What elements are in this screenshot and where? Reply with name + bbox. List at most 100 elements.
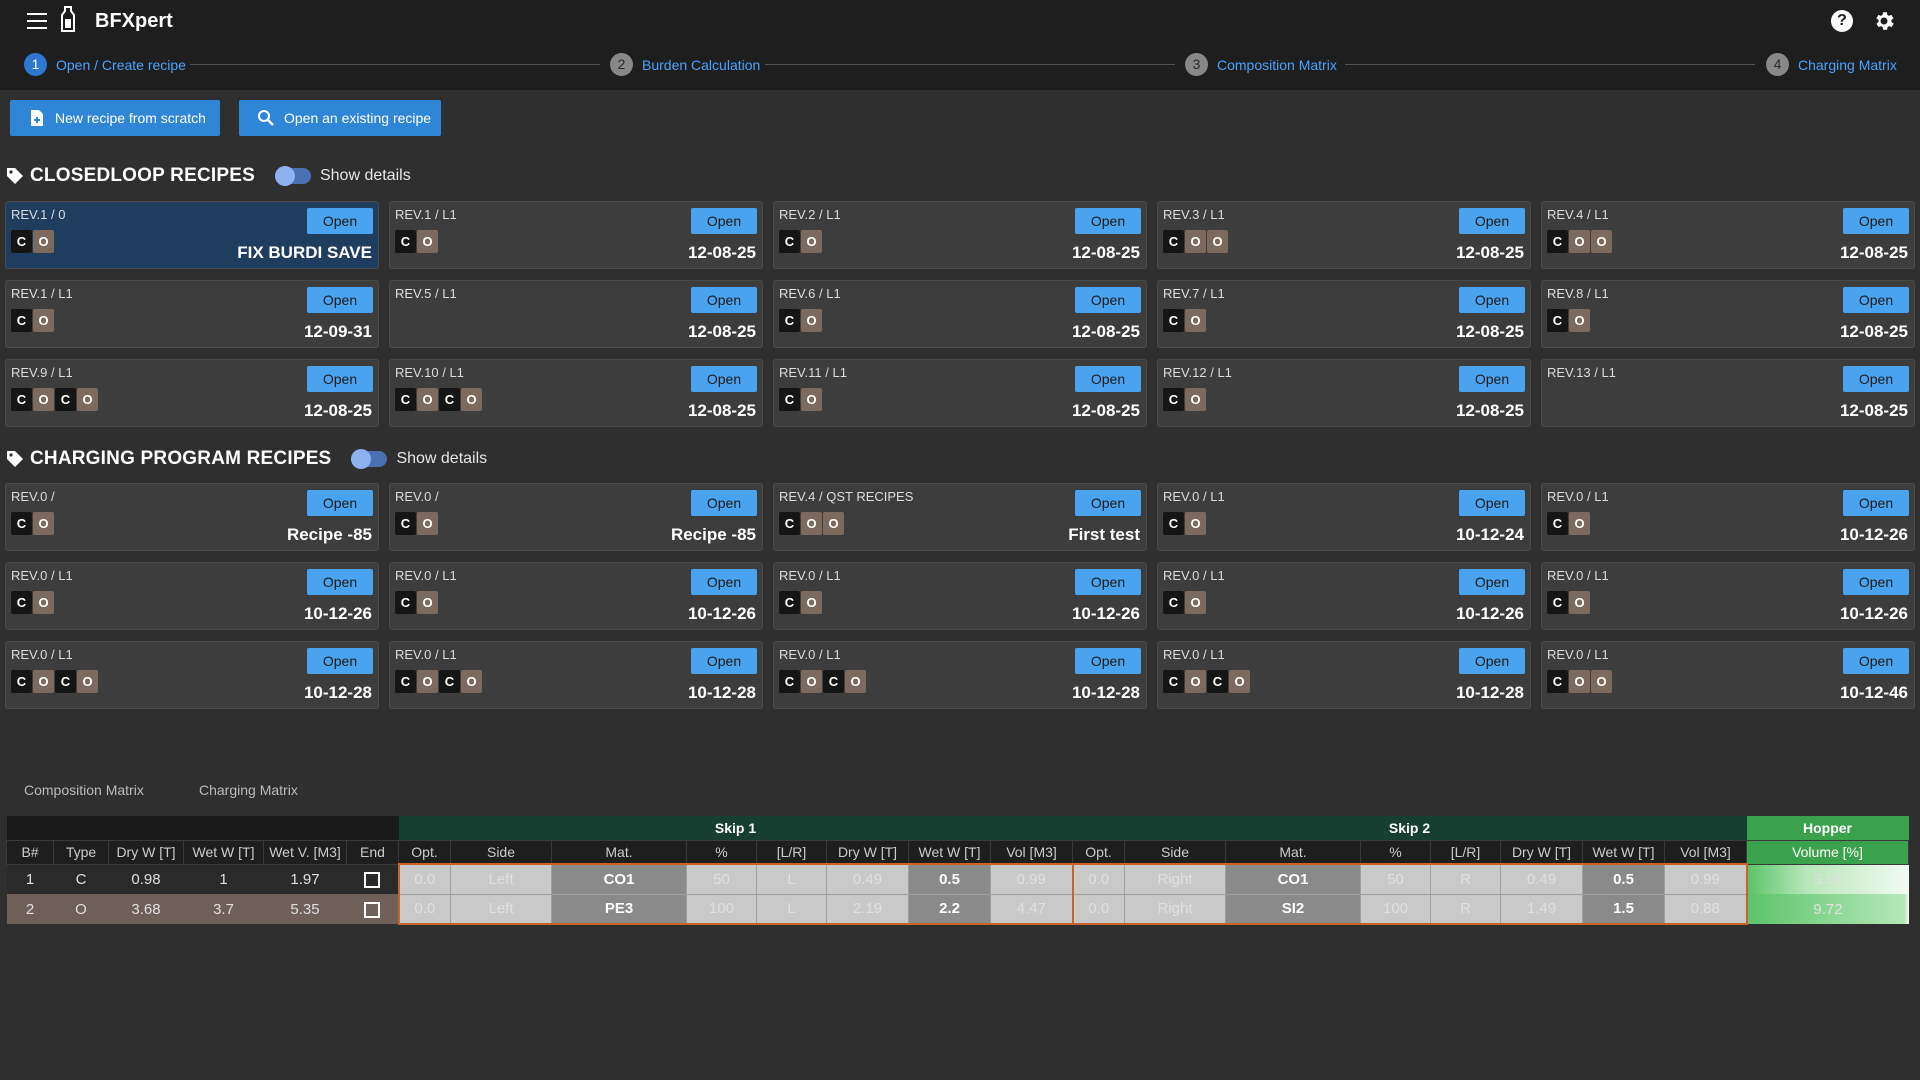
open-recipe-button[interactable]: Open (1843, 366, 1909, 392)
menu-icon[interactable] (27, 13, 47, 29)
skip2-cell[interactable]: 0.49 (1500, 863, 1583, 895)
step-composition-matrix[interactable]: 3 Composition Matrix (1185, 53, 1337, 76)
recipe-card[interactable]: REV.0 / L1 Open C O C O 10-12-28 (773, 641, 1147, 709)
recipe-card[interactable]: REV.11 / L1 Open C O 12-08-25 (773, 359, 1147, 427)
recipe-card[interactable]: REV.2 / L1 Open C O 12-08-25 (773, 201, 1147, 269)
skip1-cell[interactable]: L (756, 863, 827, 895)
open-recipe-button[interactable]: Open (691, 648, 757, 674)
skip2-cell[interactable]: Right (1124, 863, 1226, 895)
open-recipe-button[interactable]: Open (307, 287, 373, 313)
skip1-cell[interactable]: 0.0 (397, 893, 451, 925)
recipe-card[interactable]: REV.0 / L1 Open C O 10-12-26 (1157, 562, 1531, 630)
recipe-card[interactable]: REV.0 / L1 Open C O 10-12-26 (389, 562, 763, 630)
open-recipe-button[interactable]: Open (691, 569, 757, 595)
skip1-cell[interactable]: 2.19 (826, 893, 909, 925)
open-recipe-button[interactable]: Open (307, 648, 373, 674)
skip1-cell[interactable]: PE3 (551, 893, 687, 925)
recipe-card[interactable]: REV.13 / L1 Open 12-08-25 (1541, 359, 1915, 427)
skip2-cell[interactable]: 1.5 (1582, 893, 1665, 925)
skip2-cell[interactable]: R (1430, 863, 1501, 895)
open-recipe-button[interactable]: Open (1075, 490, 1141, 516)
end-checkbox[interactable] (364, 871, 380, 888)
open-recipe-button[interactable]: Open (1075, 287, 1141, 313)
open-recipe-button[interactable]: Open (691, 490, 757, 516)
skip2-cell[interactable]: 1.49 (1500, 893, 1583, 925)
open-recipe-button[interactable]: Open (691, 208, 757, 234)
skip1-cell[interactable]: L (756, 893, 827, 925)
step-burden-calculation[interactable]: 2 Burden Calculation (610, 53, 760, 76)
skip1-cell[interactable]: 50 (686, 863, 757, 895)
open-recipe-button[interactable]: Open (691, 287, 757, 313)
skip1-cell[interactable]: Left (450, 893, 552, 925)
skip1-cell[interactable]: 0.49 (826, 863, 909, 895)
open-recipe-button[interactable]: Open (1843, 569, 1909, 595)
open-recipe-button[interactable]: Open (1075, 569, 1141, 595)
recipe-card[interactable]: REV.1 / L1 Open C O 12-08-25 (389, 201, 763, 269)
open-recipe-button[interactable]: Open (307, 569, 373, 595)
open-recipe-button[interactable]: Open (1843, 208, 1909, 234)
open-recipe-button[interactable]: Open (1843, 490, 1909, 516)
recipe-card[interactable]: REV.5 / L1 Open 12-08-25 (389, 280, 763, 348)
skip2-cell[interactable]: Right (1124, 893, 1226, 925)
closedloop-details-toggle[interactable] (274, 166, 311, 186)
skip2-cell[interactable]: 0.0 (1071, 863, 1125, 895)
recipe-card[interactable]: REV.7 / L1 Open C O 12-08-25 (1157, 280, 1531, 348)
skip1-cell[interactable]: 2.2 (908, 893, 991, 925)
recipe-card[interactable]: REV.0 / L1 Open C O C O 10-12-28 (1157, 641, 1531, 709)
skip1-cell[interactable]: CO1 (551, 863, 687, 895)
open-recipe-button[interactable]: Open (1459, 569, 1525, 595)
skip1-cell[interactable]: 4.47 (990, 893, 1074, 925)
skip1-cell[interactable]: 100 (686, 893, 757, 925)
open-recipe-button[interactable]: Open (1843, 648, 1909, 674)
recipe-card[interactable]: REV.0 / L1 Open C O 10-12-24 (1157, 483, 1531, 551)
new-recipe-button[interactable]: New recipe from scratch (10, 100, 220, 136)
skip1-cell[interactable]: 0.99 (990, 863, 1074, 895)
open-recipe-button[interactable]: Open (1843, 287, 1909, 313)
charging-details-toggle[interactable] (351, 449, 388, 469)
skip2-cell[interactable]: 100 (1360, 893, 1431, 925)
open-recipe-button[interactable]: Open (1459, 287, 1525, 313)
step-open-create[interactable]: 1 Open / Create recipe (24, 53, 186, 76)
skip2-cell[interactable]: CO1 (1225, 863, 1361, 895)
step-charging-matrix[interactable]: 4 Charging Matrix (1766, 53, 1897, 76)
recipe-card[interactable]: REV.0 / L1 Open C O C O 10-12-28 (389, 641, 763, 709)
recipe-card[interactable]: REV.0 / L1 Open C O 10-12-26 (5, 562, 379, 630)
open-recipe-button[interactable]: Open (691, 366, 757, 392)
open-recipe-button[interactable]: Open (1459, 490, 1525, 516)
open-recipe-button[interactable]: Open (1459, 208, 1525, 234)
recipe-card[interactable]: REV.12 / L1 Open C O 12-08-25 (1157, 359, 1531, 427)
recipe-card[interactable]: REV.0 / L1 Open C O 10-12-26 (1541, 562, 1915, 630)
open-recipe-button[interactable]: Open (1075, 366, 1141, 392)
recipe-card[interactable]: REV.0 / Open C O Recipe -85 (5, 483, 379, 551)
skip2-cell[interactable]: 0.99 (1664, 863, 1748, 895)
recipe-card[interactable]: REV.9 / L1 Open C O C O 12-08-25 (5, 359, 379, 427)
skip1-cell[interactable]: 0.5 (908, 863, 991, 895)
skip2-cell[interactable]: 0.88 (1664, 893, 1748, 925)
skip2-cell[interactable]: 0.5 (1582, 863, 1665, 895)
recipe-card[interactable]: REV.1 / 0 Open C O FIX BURDI SAVE (5, 201, 379, 269)
recipe-card[interactable]: REV.6 / L1 Open C O 12-08-25 (773, 280, 1147, 348)
tab-composition-matrix[interactable]: Composition Matrix (24, 782, 144, 798)
gear-icon[interactable] (1872, 9, 1896, 33)
open-recipe-button[interactable]: Open (1075, 648, 1141, 674)
open-recipe-button[interactable]: Open (307, 208, 373, 234)
help-icon[interactable]: ? (1831, 10, 1853, 32)
recipe-card[interactable]: REV.8 / L1 Open C O 12-08-25 (1541, 280, 1915, 348)
open-recipe-button[interactable]: Open (1075, 208, 1141, 234)
tab-charging-matrix[interactable]: Charging Matrix (199, 782, 298, 798)
recipe-card[interactable]: REV.4 / QST RECIPES Open C O O First test (773, 483, 1147, 551)
recipe-card[interactable]: REV.4 / L1 Open C O O 12-08-25 (1541, 201, 1915, 269)
open-recipe-button[interactable]: Open (1459, 648, 1525, 674)
recipe-card[interactable]: REV.0 / L1 Open C O O 10-12-46 (1541, 641, 1915, 709)
recipe-card[interactable]: REV.3 / L1 Open C O O 12-08-25 (1157, 201, 1531, 269)
open-recipe-button[interactable]: Open (307, 366, 373, 392)
skip2-cell[interactable]: R (1430, 893, 1501, 925)
recipe-card[interactable]: REV.1 / L1 Open C O 12-09-31 (5, 280, 379, 348)
open-recipe-button[interactable]: Open (307, 490, 373, 516)
recipe-card[interactable]: REV.0 / L1 Open C O 10-12-26 (773, 562, 1147, 630)
recipe-card[interactable]: REV.10 / L1 Open C O C O 12-08-25 (389, 359, 763, 427)
skip1-cell[interactable]: 0.0 (397, 863, 451, 895)
end-checkbox[interactable] (364, 901, 380, 918)
skip2-cell[interactable]: 0.0 (1071, 893, 1125, 925)
skip1-cell[interactable]: Left (450, 863, 552, 895)
